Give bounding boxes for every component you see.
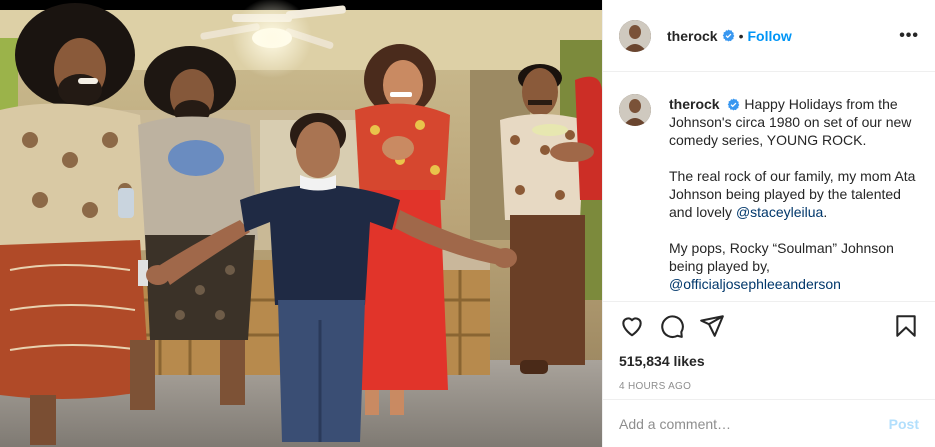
- heart-icon[interactable]: [619, 313, 645, 339]
- mention-link-1[interactable]: @staceyleilua: [736, 204, 823, 220]
- header-username[interactable]: therock: [667, 28, 718, 44]
- caption-avatar[interactable]: [619, 94, 651, 126]
- post-timestamp[interactable]: 4 HOURS AGO: [619, 381, 919, 392]
- mention-link-2[interactable]: @officialjosephleeanderson: [669, 276, 841, 292]
- post-side-panel: therock • Follow ••• therock Happy Holid…: [602, 0, 935, 447]
- post-header: therock • Follow •••: [603, 0, 935, 72]
- more-options-icon[interactable]: •••: [899, 27, 919, 45]
- post-comment-button[interactable]: Post: [889, 416, 919, 432]
- post-photo[interactable]: [0, 0, 602, 447]
- caption-paragraph-3-text: My pops, Rocky “Soulman” Johnson being p…: [669, 240, 894, 274]
- comment-input[interactable]: [619, 415, 889, 432]
- post-actions: 515,834 likes 4 HOURS AGO: [603, 301, 935, 411]
- avatar-image: [619, 19, 651, 52]
- likes-count[interactable]: 515,834 likes: [619, 353, 919, 369]
- post-caption: therock Happy Holidays from the Johnson'…: [619, 94, 919, 297]
- caption-avatar-image: [619, 94, 651, 126]
- share-icon[interactable]: [699, 313, 725, 339]
- header-separator: •: [738, 27, 744, 44]
- person-left: [0, 3, 150, 445]
- comment-icon[interactable]: [659, 313, 685, 339]
- caption-paragraph-2: The real rock of our family, my mom Ata …: [669, 167, 919, 221]
- action-icons-row: [619, 312, 919, 340]
- avatar[interactable]: [619, 19, 651, 52]
- mention-1-suffix: .: [823, 204, 828, 220]
- caption-verified-badge-icon: [728, 98, 740, 111]
- family-photo-image: [0, 0, 602, 447]
- follow-button[interactable]: Follow: [747, 28, 791, 44]
- caption-paragraph-1: therock Happy Holidays from the Johnson'…: [669, 95, 919, 149]
- verified-badge-icon: [722, 29, 734, 42]
- caption-paragraph-3: My pops, Rocky “Soulman” Johnson being p…: [669, 239, 919, 293]
- bookmark-icon[interactable]: [893, 313, 919, 339]
- caption-username[interactable]: therock: [669, 96, 720, 112]
- caption-text: therock Happy Holidays from the Johnson'…: [669, 95, 919, 297]
- comment-bar: Post: [603, 399, 935, 447]
